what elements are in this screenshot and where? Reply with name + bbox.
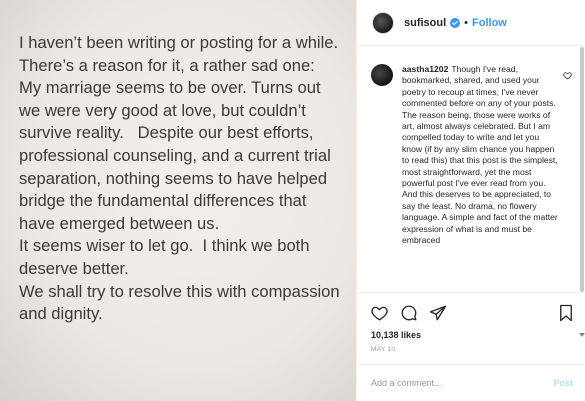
comment-input[interactable] bbox=[371, 378, 554, 388]
post-sidebar: sufisoul • Follow aastha1202 Though I've … bbox=[356, 0, 585, 401]
post-header: sufisoul • Follow bbox=[357, 0, 585, 46]
post-image: I haven’t been writing or posting for a … bbox=[0, 0, 356, 401]
heart-icon[interactable] bbox=[370, 304, 389, 322]
likes-count[interactable]: 10,138 likes bbox=[357, 323, 585, 340]
post-text-paragraph-2: It seems wiser to let go. I think we bot… bbox=[19, 236, 315, 278]
commenter-avatar[interactable] bbox=[371, 64, 393, 86]
header-separator: • bbox=[464, 16, 469, 29]
post-image-text: I haven’t been writing or posting for a … bbox=[19, 32, 346, 326]
comment-item: aastha1202 Though I've read, bookmarked, … bbox=[357, 47, 585, 247]
comment-like-heart-icon[interactable] bbox=[563, 67, 572, 247]
follow-button[interactable]: Follow bbox=[472, 17, 507, 29]
comments-scrollbar[interactable] bbox=[579, 47, 585, 337]
post-text-paragraph-1: I haven’t been writing or posting for a … bbox=[19, 33, 343, 233]
scrollbar-thumb[interactable] bbox=[580, 47, 584, 292]
comment-text: Though I've read, bookmarked, shared, an… bbox=[402, 64, 558, 246]
author-username[interactable]: sufisoul bbox=[404, 17, 446, 29]
action-icons-row bbox=[357, 293, 585, 323]
comment-body: aastha1202 Though I've read, bookmarked, … bbox=[402, 64, 559, 247]
post-actions: 10,138 likes MAY 10 bbox=[357, 292, 585, 353]
comments-list[interactable]: aastha1202 Though I've read, bookmarked, … bbox=[357, 47, 585, 291]
post-text-paragraph-3: We shall try to resolve this with compas… bbox=[19, 281, 345, 324]
post-date[interactable]: MAY 10 bbox=[357, 340, 585, 353]
add-comment-bar: Post bbox=[357, 364, 585, 401]
share-icon[interactable] bbox=[429, 304, 447, 322]
commenter-username[interactable]: aastha1202 bbox=[402, 64, 448, 74]
author-avatar[interactable] bbox=[372, 11, 394, 34]
post-comment-button[interactable]: Post bbox=[553, 378, 573, 388]
verified-badge-icon bbox=[450, 17, 461, 28]
bookmark-icon[interactable] bbox=[558, 304, 574, 322]
comment-icon[interactable] bbox=[400, 304, 418, 322]
